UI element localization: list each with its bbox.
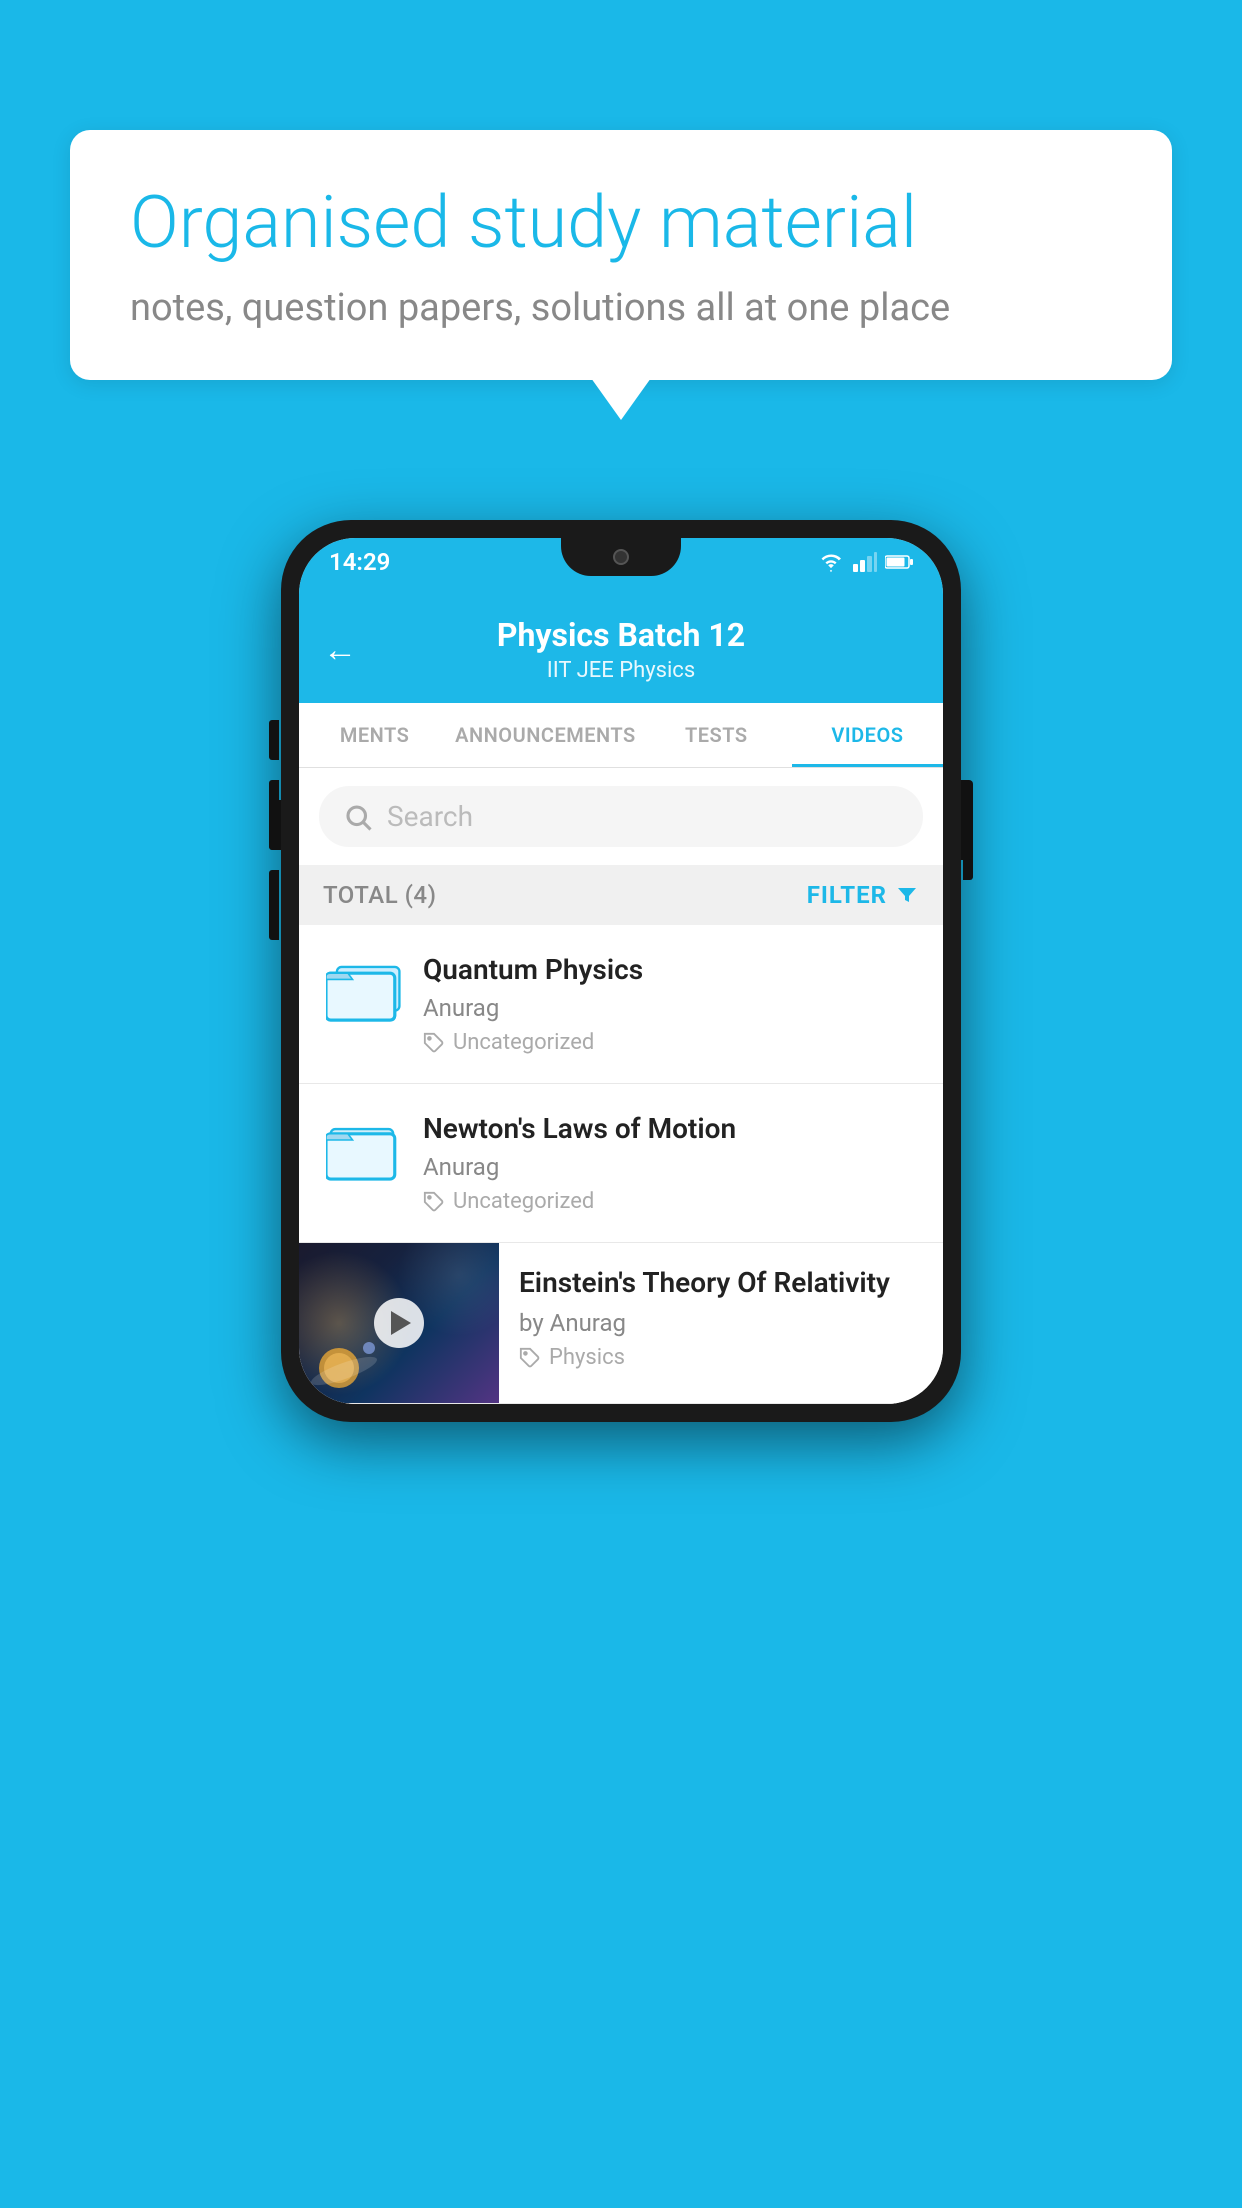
list-item[interactable]: Einstein's Theory Of Relativity by Anura… xyxy=(299,1243,943,1404)
list-item[interactable]: Quantum Physics Anurag Uncategorized xyxy=(299,925,943,1084)
battery-icon xyxy=(885,554,913,570)
status-bar: 14:29 xyxy=(299,538,943,596)
speech-bubble: Organised study material notes, question… xyxy=(70,130,1172,380)
video-tag-2: Uncategorized xyxy=(423,1189,919,1214)
video-info-2: Newton's Laws of Motion Anurag Uncategor… xyxy=(423,1112,919,1214)
video-tag-3: Physics xyxy=(519,1345,923,1370)
tab-announcements[interactable]: ANNOUNCEMENTS xyxy=(450,703,641,767)
tab-tests[interactable]: TESTS xyxy=(641,703,792,767)
video-list: Quantum Physics Anurag Uncategorized xyxy=(299,925,943,1404)
galaxy-image xyxy=(309,1333,389,1393)
video-author-2: Anurag xyxy=(423,1153,919,1181)
tag-label-1: Uncategorized xyxy=(453,1030,594,1055)
play-button[interactable] xyxy=(374,1298,424,1348)
app-header: ← Physics Batch 12 IIT JEE Physics xyxy=(299,596,943,703)
video-author-1: Anurag xyxy=(423,994,919,1022)
video-info-1: Quantum Physics Anurag Uncategorized xyxy=(423,953,919,1055)
tag-icon xyxy=(423,1191,445,1213)
tag-icon xyxy=(423,1032,445,1054)
phone-mockup: 14:29 xyxy=(281,520,961,1422)
search-container: Search xyxy=(299,768,943,865)
folder-thumb-2 xyxy=(323,1112,403,1192)
video-tag-1: Uncategorized xyxy=(423,1030,919,1055)
list-item[interactable]: Newton's Laws of Motion Anurag Uncategor… xyxy=(299,1084,943,1243)
status-icons xyxy=(817,552,913,572)
batch-title: Physics Batch 12 xyxy=(497,616,745,654)
search-bar[interactable]: Search xyxy=(319,786,923,847)
folder-icon xyxy=(326,956,401,1031)
batch-subtitle: IIT JEE Physics xyxy=(497,658,745,683)
folder-icon xyxy=(326,1115,401,1190)
tag-label-2: Uncategorized xyxy=(453,1189,594,1214)
phone-screen: 14:29 xyxy=(299,538,943,1404)
signal-icon xyxy=(853,552,877,572)
camera xyxy=(613,549,629,565)
filter-button[interactable]: FILTER xyxy=(807,881,919,909)
wifi-icon xyxy=(817,552,845,572)
tab-bar: MENTS ANNOUNCEMENTS TESTS VIDEOS xyxy=(299,703,943,768)
folder-thumb-1 xyxy=(323,953,403,1033)
total-count: TOTAL (4) xyxy=(323,881,436,909)
tag-icon xyxy=(519,1347,541,1369)
phone-notch xyxy=(561,538,681,576)
filter-icon xyxy=(895,883,919,907)
search-input[interactable]: Search xyxy=(387,800,473,833)
speech-bubble-subtitle: notes, question papers, solutions all at… xyxy=(130,286,1112,330)
tag-label-3: Physics xyxy=(549,1345,625,1370)
video-title-1: Quantum Physics xyxy=(423,953,919,986)
status-time: 14:29 xyxy=(329,548,390,576)
filter-label: FILTER xyxy=(807,881,887,909)
tab-ments[interactable]: MENTS xyxy=(299,703,450,767)
back-button[interactable]: ← xyxy=(323,630,357,670)
search-icon xyxy=(343,802,373,832)
video-info-3: Einstein's Theory Of Relativity by Anura… xyxy=(499,1243,943,1392)
video-title-3: Einstein's Theory Of Relativity xyxy=(519,1265,923,1301)
video-author-3: by Anurag xyxy=(519,1309,923,1337)
video-title-2: Newton's Laws of Motion xyxy=(423,1112,919,1145)
phone-outer: 14:29 xyxy=(281,520,961,1422)
video-thumbnail-einstein xyxy=(299,1243,499,1403)
speech-bubble-title: Organised study material xyxy=(130,180,1112,266)
speech-bubble-container: Organised study material notes, question… xyxy=(70,130,1172,380)
filter-bar: TOTAL (4) FILTER xyxy=(299,865,943,925)
tab-videos[interactable]: VIDEOS xyxy=(792,703,943,767)
